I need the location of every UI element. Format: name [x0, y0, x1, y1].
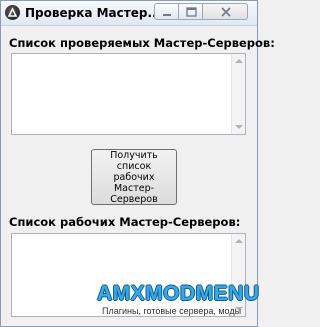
- scroll-up-icon[interactable]: [235, 59, 243, 63]
- title-bar[interactable]: Проверка Мастер...: [1, 1, 257, 26]
- checked-list-scrollbar[interactable]: [231, 54, 245, 134]
- scroll-down-icon[interactable]: [235, 125, 243, 129]
- close-button[interactable]: [202, 3, 248, 20]
- close-icon: [221, 7, 231, 17]
- maximize-button[interactable]: [178, 3, 203, 20]
- minimize-icon: [163, 14, 171, 16]
- get-working-servers-button[interactable]: Получить список рабочих Мастер-Серверов: [91, 149, 177, 205]
- scroll-up-icon[interactable]: [235, 239, 243, 243]
- get-working-servers-label: Получить список рабочих Мастер-Серверов: [110, 149, 158, 205]
- maximize-icon: [186, 7, 197, 17]
- app-window: Проверка Мастер... Список проверяемых Ма…: [0, 0, 275, 327]
- working-servers-label: Список рабочих Мастер-Серверов:: [9, 215, 241, 229]
- app-logo-icon: [5, 5, 20, 20]
- checked-servers-label: Список проверяемых Мастер-Серверов:: [9, 36, 275, 50]
- checked-servers-list[interactable]: [11, 53, 246, 135]
- watermark-logo: AMXMODMENU: [97, 282, 260, 305]
- minimize-button[interactable]: [154, 3, 179, 20]
- watermark-tagline: Плагины, готовые сервера, моды: [102, 306, 242, 316]
- window-title: Проверка Мастер...: [25, 6, 162, 20]
- watermark: AMXMODMENU Плагины, готовые сервера, мод…: [97, 282, 260, 322]
